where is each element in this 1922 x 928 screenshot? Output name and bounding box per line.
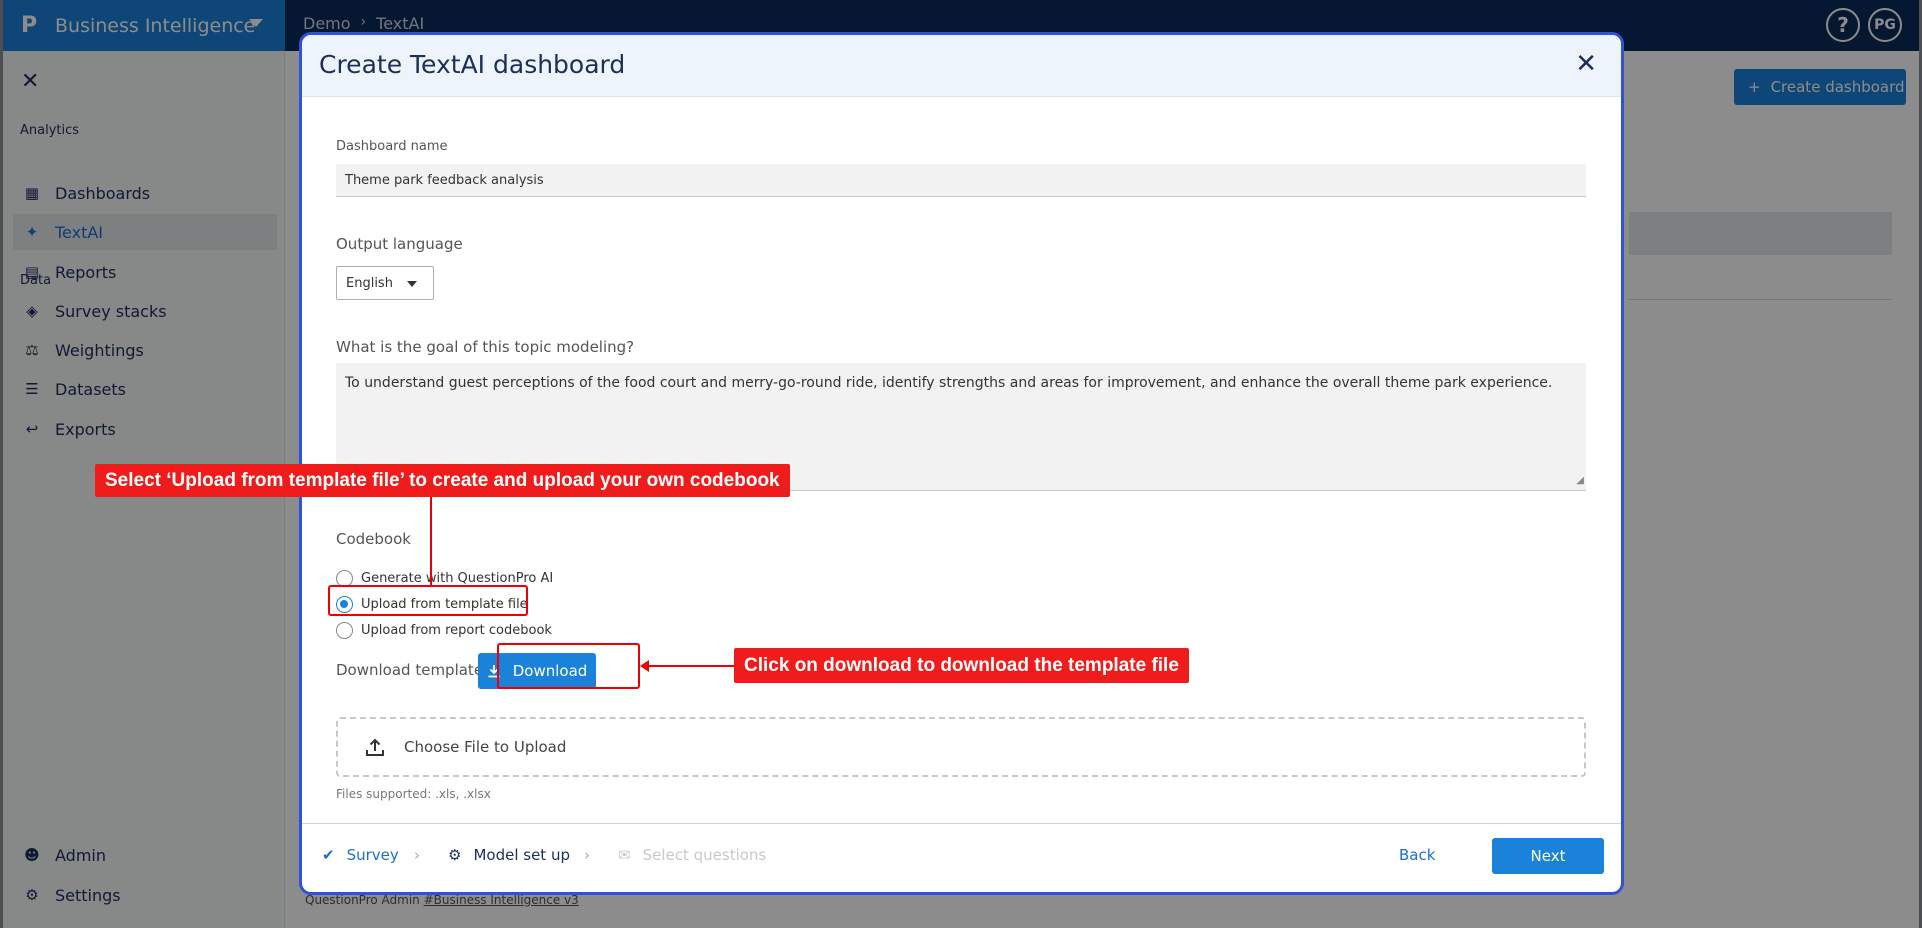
radio-label: Generate with QuestionPro AI — [361, 571, 554, 586]
output-language-select[interactable]: English — [336, 266, 434, 300]
output-language-value: English — [346, 276, 393, 291]
annotation-callout-download: Click on download to download the templa… — [734, 648, 1189, 683]
next-button[interactable]: Next — [1492, 838, 1604, 874]
upload-label: Choose File to Upload — [404, 738, 567, 756]
gear-icon: ⚙ — [448, 846, 462, 864]
annotation-connector — [430, 497, 432, 585]
step-label: Model set up — [473, 846, 570, 864]
dialog-footer: ✔ Survey › ⚙ Model set up › ✉ Select que… — [302, 823, 1621, 892]
dialog-title: Create TextAI dashboard — [319, 50, 626, 79]
step-model-set-up[interactable]: ⚙ Model set up — [448, 846, 570, 864]
check-edit-icon: ✔ — [322, 846, 335, 864]
chevron-right-icon: › — [584, 846, 590, 864]
chat-icon: ✉ — [618, 846, 631, 864]
step-select-questions: ✉ Select questions — [618, 846, 766, 864]
annotation-callout-upload: Select ‘Upload from template file’ to cr… — [95, 464, 790, 497]
goal-label: What is the goal of this topic modeling? — [336, 338, 635, 356]
codebook-label: Codebook — [336, 530, 411, 548]
back-button[interactable]: Back — [1399, 846, 1435, 864]
arrow-head-icon — [640, 660, 649, 672]
step-survey[interactable]: ✔ Survey — [322, 846, 399, 864]
radio-upload-from-report[interactable]: Upload from report codebook — [336, 622, 552, 639]
annotation-highlight-radio — [328, 585, 528, 616]
dashboard-name-label: Dashboard name — [336, 139, 448, 154]
radio-label: Upload from report codebook — [361, 623, 552, 638]
step-label: Select questions — [642, 846, 767, 864]
chevron-right-icon: › — [414, 846, 420, 864]
dashboard-name-input[interactable]: Theme park feedback analysis — [336, 164, 1586, 197]
radio-button[interactable] — [336, 622, 353, 639]
resize-handle-icon[interactable]: ◢ — [1576, 474, 1584, 488]
caret-down-icon — [407, 281, 417, 287]
annotation-highlight-download — [497, 643, 640, 689]
file-upload-dropzone[interactable]: Choose File to Upload — [336, 717, 1586, 777]
goal-text: To understand guest perceptions of the f… — [345, 375, 1553, 391]
dialog-header: Create TextAI dashboard ✕ — [302, 35, 1621, 97]
annotation-arrow — [648, 665, 734, 667]
close-icon[interactable]: ✕ — [1575, 49, 1597, 79]
step-label: Survey — [346, 846, 399, 864]
upload-icon — [366, 738, 384, 756]
output-language-label: Output language — [336, 235, 463, 253]
files-supported-note: Files supported: .xls, .xlsx — [336, 787, 491, 801]
